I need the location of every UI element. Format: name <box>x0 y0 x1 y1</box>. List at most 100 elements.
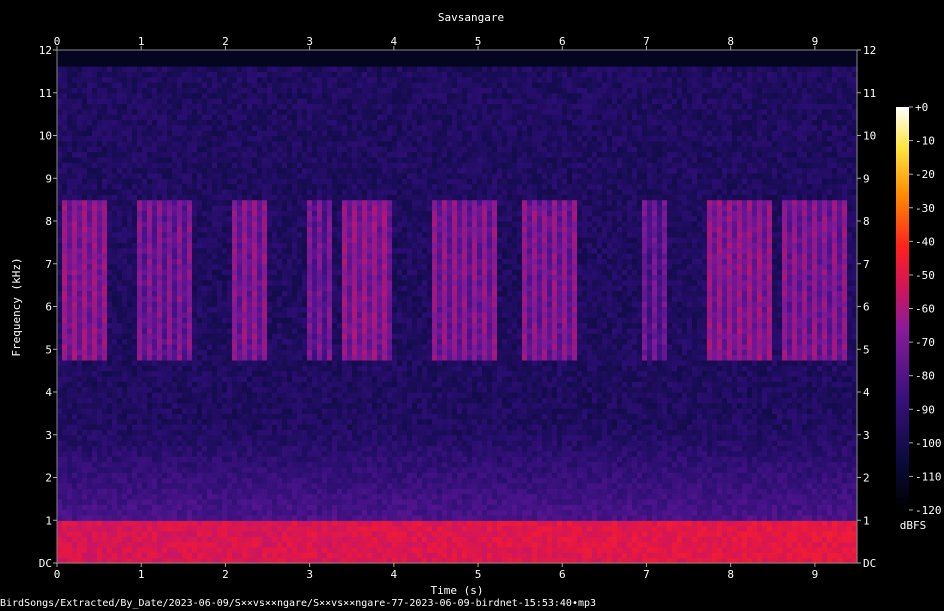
heatmap-cell <box>132 258 138 265</box>
heatmap-cell <box>107 418 113 425</box>
heatmap-cell <box>132 397 138 404</box>
heatmap-cell <box>252 226 258 233</box>
heatmap-cell <box>152 221 158 227</box>
heatmap-cell <box>142 50 148 56</box>
heatmap-cell <box>237 82 243 88</box>
heatmap-cell <box>67 151 73 158</box>
heatmap-cell <box>302 130 308 137</box>
heatmap-cell <box>277 530 283 537</box>
heatmap-cell <box>197 183 203 190</box>
heatmap-cell <box>212 71 218 78</box>
heatmap-cell <box>232 92 238 99</box>
heatmap-cell <box>262 253 268 259</box>
heatmap-cell <box>152 472 158 479</box>
heatmap-cell <box>132 375 138 382</box>
heatmap-cell <box>252 359 258 366</box>
heatmap-cell <box>207 311 213 318</box>
heatmap-cell <box>72 514 78 521</box>
heatmap-cell <box>67 87 73 94</box>
heatmap-cell <box>217 226 223 233</box>
heatmap-cell <box>152 536 158 543</box>
heatmap-cell <box>302 60 308 67</box>
heatmap-cell <box>162 76 168 83</box>
heatmap-cell <box>92 445 98 452</box>
heatmap-cell <box>117 140 123 147</box>
heatmap-cell <box>157 461 163 468</box>
heatmap-cell <box>217 194 223 201</box>
heatmap-cell <box>102 172 108 179</box>
heatmap-cell <box>302 488 308 495</box>
heatmap-cell <box>247 258 253 265</box>
heatmap-cell <box>247 461 253 468</box>
heatmap-cell <box>82 183 88 190</box>
heatmap-cell <box>102 178 108 185</box>
heatmap-cell <box>247 386 253 393</box>
heatmap-cell <box>227 546 233 553</box>
heatmap-cell <box>232 327 238 334</box>
heatmap-cell <box>117 156 123 163</box>
heatmap-cell <box>117 188 123 195</box>
heatmap-cell <box>57 135 63 142</box>
heatmap-cell <box>262 290 268 297</box>
heatmap-cell <box>257 482 263 489</box>
heatmap-cell <box>182 237 188 243</box>
heatmap-cell <box>267 397 273 404</box>
heatmap-cell <box>72 306 78 313</box>
heatmap-cell <box>292 263 298 270</box>
heatmap-cell <box>207 370 213 377</box>
heatmap-cell <box>217 397 223 404</box>
heatmap-cell <box>192 440 198 447</box>
heatmap-cell <box>82 50 88 56</box>
heatmap-cell <box>157 66 163 72</box>
heatmap-cell <box>302 482 308 489</box>
heatmap-cell <box>257 66 263 72</box>
heatmap-cell <box>197 322 203 329</box>
heatmap-cell <box>72 546 78 553</box>
heatmap-cell <box>207 306 213 313</box>
heatmap-cell <box>112 247 118 254</box>
heatmap-cell <box>107 71 113 78</box>
heatmap-cell <box>187 456 193 463</box>
heatmap-cell <box>257 263 263 270</box>
heatmap-cell <box>127 71 133 78</box>
heatmap-cell <box>82 530 88 537</box>
heatmap-cell <box>162 488 168 495</box>
heatmap-cell <box>302 263 308 270</box>
heatmap-cell <box>107 140 113 147</box>
heatmap-cell <box>127 124 133 131</box>
heatmap-cell <box>62 162 68 169</box>
heatmap-cell <box>217 55 223 62</box>
heatmap-cell <box>182 242 188 249</box>
heatmap-cell <box>287 274 293 281</box>
heatmap-cell <box>152 103 158 110</box>
heatmap-cell <box>202 162 208 169</box>
heatmap-cell <box>272 295 278 302</box>
heatmap-cell <box>207 82 213 88</box>
heatmap-cell <box>242 343 248 350</box>
heatmap-cell <box>87 108 93 115</box>
heatmap-cell <box>122 221 128 227</box>
heatmap-cell <box>242 477 248 484</box>
heatmap-cell <box>77 258 83 265</box>
heatmap-cells <box>57 50 858 564</box>
heatmap-cell <box>182 247 188 254</box>
heatmap-cell <box>302 258 308 265</box>
heatmap-cell <box>252 311 258 318</box>
heatmap-cell <box>62 226 68 233</box>
heatmap-cell <box>252 466 258 473</box>
heatmap-cell <box>62 87 68 94</box>
heatmap-cell <box>162 306 168 313</box>
heatmap-cell <box>227 392 233 398</box>
heatmap-cell <box>242 178 248 185</box>
heatmap-cell <box>282 50 288 56</box>
heatmap-cell <box>92 434 98 441</box>
heatmap-cell <box>302 397 308 404</box>
heatmap-cell <box>217 263 223 270</box>
heatmap-cell <box>162 386 168 393</box>
heatmap-cell <box>57 92 63 99</box>
heatmap-cell <box>167 498 173 505</box>
heatmap-cell <box>77 285 83 292</box>
heatmap-cell <box>272 194 278 201</box>
heatmap-cell <box>287 215 293 222</box>
heatmap-cell <box>202 285 208 292</box>
